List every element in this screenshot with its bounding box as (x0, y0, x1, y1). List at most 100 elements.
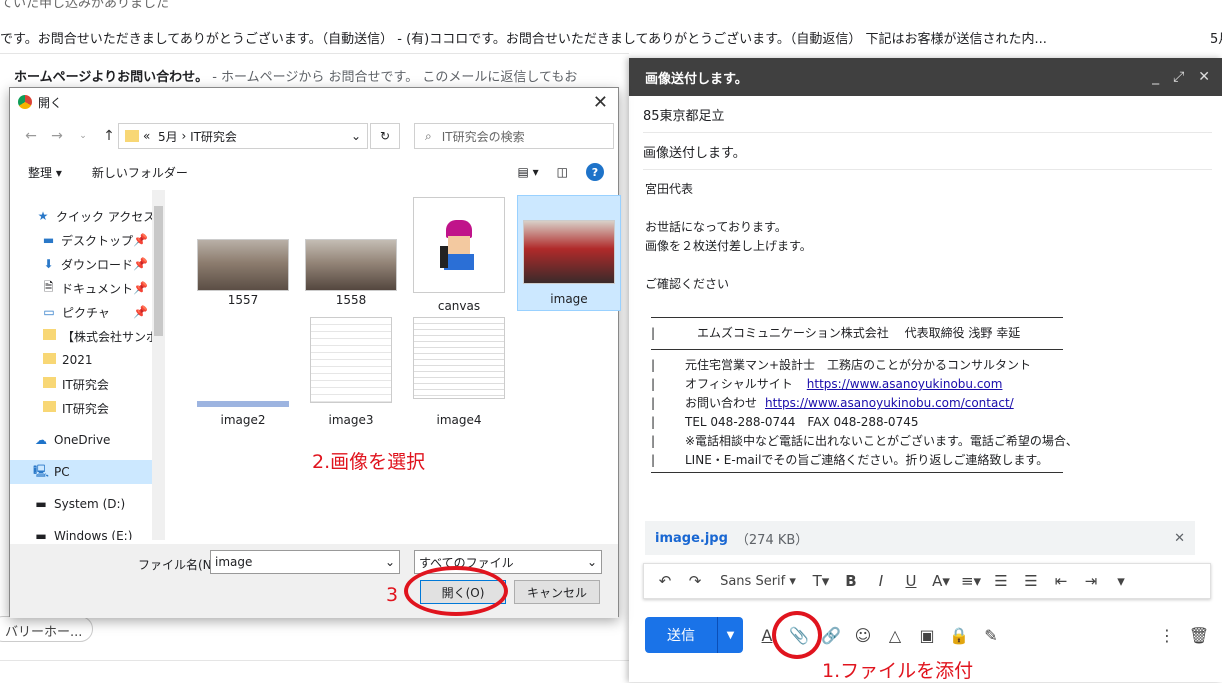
nav-label: 2021 (62, 353, 93, 367)
file-name: 1557 (227, 293, 259, 307)
more-formatting-icon[interactable]: ▾ (1106, 572, 1136, 590)
desktop-icon: ▬ (42, 233, 55, 247)
remove-attachment-icon[interactable]: ✕ (1174, 531, 1185, 546)
nav-label: PC (54, 465, 70, 479)
undo-icon[interactable]: ↶ (650, 572, 680, 590)
send-button[interactable]: 送信 (645, 617, 717, 653)
search-box[interactable]: ⌕ IT研究会の検索 (414, 123, 614, 149)
nav-scrollbar[interactable] (152, 190, 165, 540)
nav-folder-company[interactable]: 【株式会社サンポ (10, 324, 164, 348)
nav-onedrive[interactable]: ☁ OneDrive (10, 428, 164, 452)
minimize-icon[interactable]: _ (1152, 69, 1159, 85)
file-tile[interactable]: image2 (191, 317, 295, 431)
bg-mail-row-2[interactable]: です。お問合せいただきましてありがとうございます。（自動送信） - (有)ココロ… (0, 28, 1047, 47)
fullscreen-icon[interactable]: ⤢ (1173, 69, 1184, 85)
to-value: 85東京都足立 (643, 108, 725, 124)
nav-quick-access[interactable]: ★ クイック アクセス (10, 204, 164, 228)
indent-less-icon[interactable]: ⇤ (1046, 572, 1076, 590)
view-options-icon[interactable]: ▤ ▾ (517, 165, 538, 179)
schedule-send-dropdown[interactable]: ▼ (717, 617, 743, 653)
dialog-close-icon[interactable]: ✕ (593, 92, 608, 113)
align-icon[interactable]: ≡▾ (956, 572, 986, 590)
scrollbar-thumb[interactable] (154, 206, 163, 336)
signature-icon[interactable]: ✎ (975, 626, 1007, 645)
sig-site-link[interactable]: https://www.asanoyukinobu.com (807, 375, 1003, 394)
bg-mail-row-1[interactable]: ていた申し込みがありました (0, 0, 169, 11)
font-size-icon[interactable]: T▾ (806, 572, 836, 590)
more-options-icon[interactable]: ⋮ (1151, 626, 1183, 645)
attachment-name[interactable]: image.jpg (655, 531, 728, 546)
navigation-pane: ★ クイック アクセス ▬ デスクトップ 📌 ⬇ ダウンロード 📌 🗎 ドキュメント 📌 ▭ ピ… (10, 190, 165, 540)
bulleted-list-icon[interactable]: ☰ (1016, 572, 1046, 590)
chevron-down-icon[interactable]: ⌄ (385, 555, 395, 569)
sig-contact-link[interactable]: https://www.asanoyukinobu.com/contact/ (765, 394, 1014, 413)
send-label: 送信 (667, 628, 695, 644)
nav-desktop[interactable]: ▬ デスクトップ 📌 (10, 228, 164, 252)
indent-more-icon[interactable]: ⇥ (1076, 572, 1106, 590)
file-list: 1557 1558 canvas image image2 image3 ima… (175, 193, 621, 533)
nav-folder-it-2[interactable]: IT研究会 (10, 396, 164, 420)
preview-pane-icon[interactable]: ◫ (557, 165, 568, 179)
to-field[interactable]: 85東京都足立 (643, 96, 1212, 133)
path-segment-2[interactable]: IT研究会 (190, 128, 237, 145)
file-tile[interactable]: image3 (299, 317, 403, 431)
filename-input[interactable]: image ⌄ (210, 550, 400, 574)
computer-icon: 🖳 (32, 463, 49, 478)
file-tile[interactable]: canvas (407, 197, 511, 317)
back-icon[interactable]: ← (18, 128, 44, 144)
nav-label: IT研究会 (62, 401, 109, 416)
filename-label: ファイル名(N): (138, 558, 221, 572)
nav-label: OneDrive (54, 433, 111, 447)
folder-icon (40, 401, 58, 415)
discard-icon[interactable]: 🗑 (1183, 626, 1215, 645)
nav-pictures[interactable]: ▭ ピクチャ 📌 (10, 300, 164, 324)
doc-thumbnail (197, 401, 289, 407)
refresh-icon[interactable]: ↻ (370, 123, 400, 149)
drive-icon[interactable]: △ (879, 626, 911, 645)
sig-rule-bottom (651, 472, 1063, 473)
pin-icon: 📌 (133, 257, 148, 271)
emoji-icon[interactable]: ☺ (847, 626, 879, 645)
redo-icon[interactable]: ↷ (680, 572, 710, 590)
cancel-label: キャンセル (526, 585, 587, 600)
nav-label: IT研究会 (62, 377, 109, 392)
help-icon[interactable]: ? (586, 163, 604, 181)
path-segment-1[interactable]: 5月 (158, 128, 178, 145)
path-box[interactable]: « 5月 › IT研究会 ⌄ (118, 123, 368, 149)
nav-folder-2021[interactable]: 2021 (10, 348, 164, 372)
nav-pc[interactable]: 🖳 PC (10, 460, 164, 484)
file-tile[interactable]: image4 (407, 317, 511, 431)
bg-mail-row-3[interactable]: ホームページよりお問い合わせ。 - ホームページから お問合せです。 このメール… (14, 66, 577, 85)
subject-field[interactable]: 画像送付します。 (643, 133, 1212, 170)
nav-label: System (D:) (54, 497, 126, 511)
close-icon[interactable]: ✕ (1198, 69, 1210, 85)
forward-icon[interactable]: → (44, 128, 70, 144)
nav-drive-e[interactable]: ▬ Windows (E:) (10, 524, 164, 540)
confidential-mode-icon[interactable]: 🔒 (943, 626, 975, 645)
bg-chip[interactable]: バリーホー... (0, 616, 94, 642)
underline-icon[interactable]: U (896, 572, 926, 590)
insert-photo-icon[interactable]: ▣ (911, 626, 943, 645)
body-line: 宮田代表 (645, 182, 694, 196)
cancel-button[interactable]: キャンセル (514, 580, 600, 604)
file-tile-selected[interactable]: image (517, 195, 621, 311)
italic-icon[interactable]: I (866, 572, 896, 590)
nav-folder-it[interactable]: IT研究会 (10, 372, 164, 396)
path-dropdown-icon[interactable]: ⌄ (351, 129, 361, 143)
organize-button[interactable]: 整理 ▾ (28, 164, 62, 181)
new-folder-button[interactable]: 新しいフォルダー (92, 164, 188, 181)
attach-button-highlight (772, 611, 822, 659)
chevron-down-icon[interactable]: ⌄ (587, 555, 597, 569)
nav-downloads[interactable]: ⬇ ダウンロード 📌 (10, 252, 164, 276)
bold-icon[interactable]: B (836, 572, 866, 590)
message-body[interactable]: 宮田代表 お世話になっております。 画像を２枚送付差し上げます。 ご確認ください… (629, 170, 1222, 483)
file-name: image3 (328, 413, 374, 427)
text-color-icon[interactable]: A▾ (926, 572, 956, 590)
font-select[interactable]: Sans Serif ▾ (710, 574, 806, 589)
nav-documents[interactable]: 🗎 ドキュメント 📌 (10, 276, 164, 300)
nav-drive-d[interactable]: ▬ System (D:) (10, 492, 164, 516)
recent-dropdown-icon[interactable]: ⌄ (70, 131, 96, 141)
attachment-chip[interactable]: image.jpg （274 KB） ✕ (645, 521, 1195, 555)
file-name: image (550, 292, 588, 306)
numbered-list-icon[interactable]: ☰ (986, 572, 1016, 590)
